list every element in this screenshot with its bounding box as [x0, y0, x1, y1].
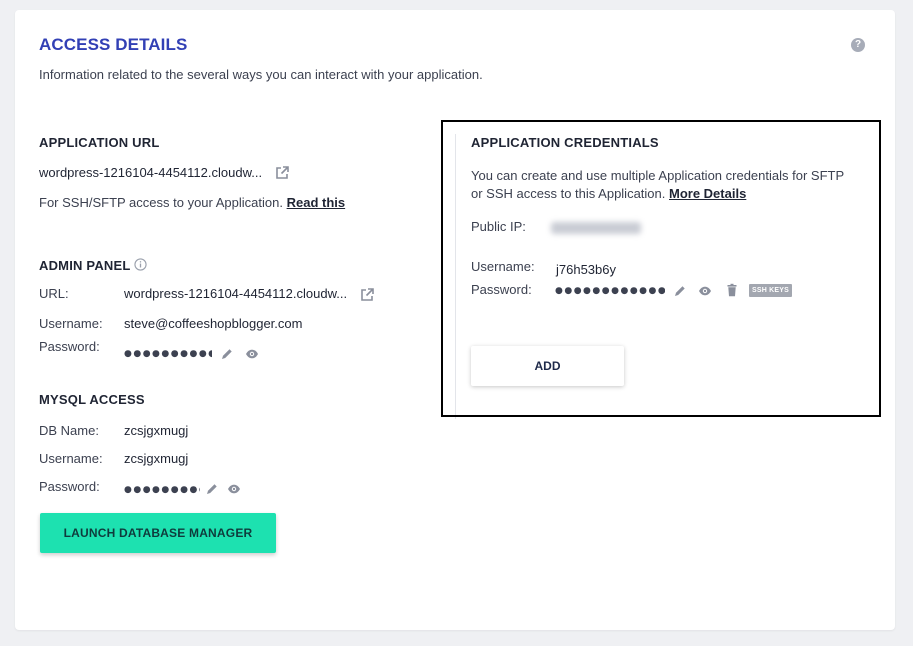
app-credentials-desc-line1: You can create and use multiple Applicat… — [471, 168, 845, 183]
application-url-heading: APPLICATION URL — [39, 135, 160, 150]
mysql-password-label: Password: — [39, 479, 100, 494]
mysql-username-value: zcsjgxmugj — [124, 451, 189, 466]
more-details-link[interactable]: More Details — [669, 186, 746, 201]
mysql-username-label: Username: — [39, 451, 103, 466]
admin-url-label: URL: — [39, 286, 69, 301]
application-url-value: wordpress-1216104-4454112.cloudw... — [39, 165, 263, 180]
admin-password-mask: ●●●●●●●●●● — [124, 349, 212, 359]
trash-icon[interactable] — [725, 283, 739, 297]
admin-password-label: Password: — [39, 339, 100, 354]
cred-password-mask: ●●●●●●●●●●●● — [555, 286, 665, 296]
admin-url-value: wordpress-1216104-4454112.cloudw... — [124, 286, 348, 301]
app-credentials-desc-text: or SSH access to this Application. — [471, 186, 666, 201]
admin-username-label: Username: — [39, 316, 103, 331]
app-credentials-desc-line2: or SSH access to this Application. More … — [471, 185, 844, 203]
cred-password-label: Password: — [471, 282, 532, 297]
add-credential-button[interactable]: ADD — [471, 346, 624, 386]
admin-username-value: steve@coffeeshopblogger.com — [124, 316, 303, 331]
page-title: ACCESS DETAILS — [39, 35, 188, 54]
access-details-card: ACCESS DETAILS Information related to th… — [15, 10, 895, 630]
cred-username-label: Username: — [471, 259, 535, 274]
page-subtitle: Information related to the several ways … — [39, 67, 483, 82]
admin-panel-heading: ADMIN PANEL — [39, 258, 131, 273]
eye-icon[interactable] — [227, 482, 241, 496]
mysql-password-mask: ●●●●●●●●●●● — [124, 485, 200, 495]
app-credentials-heading: APPLICATION CREDENTIALS — [471, 135, 659, 150]
db-name-label: DB Name: — [39, 423, 99, 438]
ssh-keys-button[interactable]: SSH KEYS — [749, 284, 792, 297]
ssh-note: For SSH/SFTP access to your Application.… — [39, 195, 345, 210]
public-ip-label: Public IP: — [471, 219, 526, 234]
db-name-value: zcsjgxmugj — [124, 423, 189, 438]
eye-icon[interactable] — [698, 284, 712, 298]
help-icon[interactable]: ? — [851, 38, 865, 52]
public-ip-value-redacted — [551, 222, 641, 234]
pencil-icon[interactable] — [220, 347, 234, 361]
pencil-icon[interactable] — [205, 482, 219, 496]
eye-icon[interactable] — [245, 347, 259, 361]
mysql-heading: MYSQL ACCESS — [39, 392, 145, 407]
app-credentials-description: You can create and use multiple Applicat… — [471, 167, 844, 203]
external-link-icon[interactable] — [274, 165, 290, 181]
external-link-icon[interactable] — [359, 287, 375, 303]
pencil-icon[interactable] — [673, 284, 687, 298]
ssh-note-text: For SSH/SFTP access to your Application. — [39, 195, 283, 210]
read-this-link[interactable]: Read this — [287, 195, 346, 210]
launch-database-manager-button[interactable]: LAUNCH DATABASE MANAGER — [40, 513, 276, 553]
info-icon[interactable] — [134, 258, 147, 271]
cred-username-value: j76h53b6y — [556, 262, 616, 277]
